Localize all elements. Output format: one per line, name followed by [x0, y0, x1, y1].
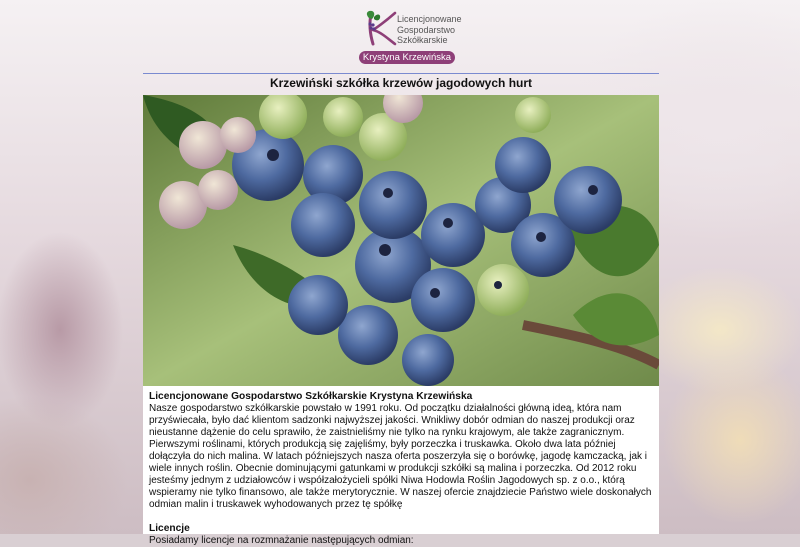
licenses-body: Posiadamy licencje na rozmnażanie następ…	[149, 535, 414, 546]
logo-line-1: Licencjonowane	[397, 14, 462, 24]
content-text: Licencjonowane Gospodarstwo Szkółkarskie…	[149, 391, 653, 547]
logo-text: Licencjonowane Gospodarstwo Szkółkarskie	[397, 14, 462, 46]
title-divider	[143, 73, 659, 74]
header: Licencjonowane Gospodarstwo Szkółkarskie…	[0, 0, 800, 70]
about-body: Nasze gospodarstwo szkółkarskie powstało…	[149, 403, 652, 510]
page-title: Krzewiński szkółka krzewów jagodowych hu…	[269, 76, 533, 90]
logo-k-icon	[366, 10, 397, 46]
about-heading: Licencjonowane Gospodarstwo Szkółkarskie…	[149, 391, 473, 402]
main-content: Licencjonowane Gospodarstwo Szkółkarskie…	[143, 95, 659, 546]
hero-image	[143, 95, 659, 386]
blueberries-illustration	[143, 95, 659, 386]
logo-line-2: Gospodarstwo	[397, 24, 456, 35]
logo-line-3: Szkółkarskie	[397, 35, 448, 45]
licenses-heading: Licencje	[149, 523, 190, 534]
logo[interactable]: Licencjonowane Gospodarstwo Szkółkarskie…	[357, 8, 462, 64]
logo-owner-band: Krystyna Krzewińska	[359, 51, 455, 64]
